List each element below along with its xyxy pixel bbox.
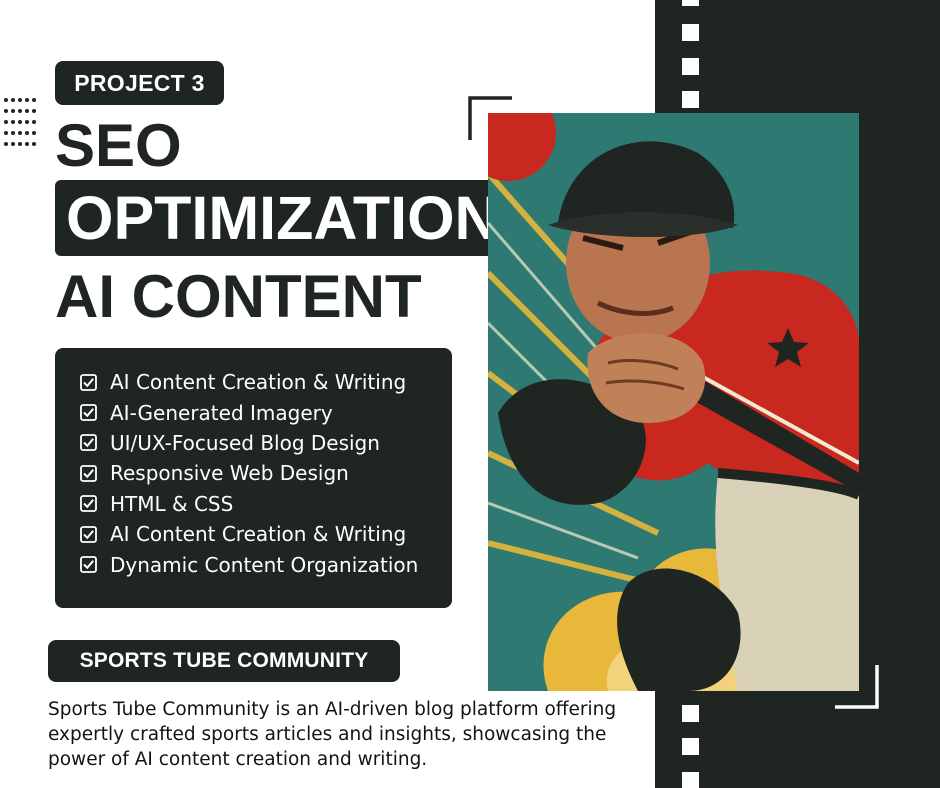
skill-label: Dynamic Content Organization (110, 552, 419, 577)
dot (32, 109, 36, 113)
film-hole (682, 738, 699, 755)
dot (4, 120, 8, 124)
baseball-pitcher-illustration (488, 113, 859, 691)
dot (25, 120, 29, 124)
skill-item: AI-Generated Imagery (80, 397, 452, 427)
dot (4, 109, 8, 113)
skill-label: AI Content Creation & Writing (110, 370, 407, 395)
dot (25, 142, 29, 146)
dot (651, 695, 655, 699)
dot (32, 142, 36, 146)
checkbox-checked-icon (80, 434, 97, 452)
skill-item: AI Content Creation & Writing (80, 519, 452, 549)
skill-item: Dynamic Content Organization (80, 549, 452, 579)
film-hole (682, 91, 699, 108)
skill-item: AI Content Creation & Writing (80, 367, 452, 397)
dot (11, 131, 15, 135)
dot (11, 120, 15, 124)
dot (651, 706, 655, 710)
film-hole (682, 58, 699, 75)
dot (32, 98, 36, 102)
dot (25, 131, 29, 135)
dot (25, 109, 29, 113)
film-hole (682, 705, 699, 722)
film-hole (682, 24, 699, 41)
dot (11, 142, 15, 146)
checkbox-checked-icon (80, 525, 97, 543)
skills-card: AI Content Creation & Writing AI-Generat… (55, 348, 452, 608)
dot (18, 98, 22, 102)
dot (651, 739, 655, 743)
title-line-ai-content: AI CONTENT (55, 263, 422, 330)
dot (4, 142, 8, 146)
dot (18, 131, 22, 135)
film-hole (682, 772, 699, 788)
community-description: Sports Tube Community is an AI-driven bl… (48, 699, 617, 770)
skill-item: Responsive Web Design (80, 458, 452, 488)
dot (18, 142, 22, 146)
checkbox-checked-icon (80, 556, 97, 573)
skill-label: UI/UX-Focused Blog Design (110, 430, 380, 455)
dot (18, 109, 22, 113)
title-line-seo: SEO (55, 112, 182, 179)
dot (651, 750, 655, 754)
pitcher-artwork (488, 113, 859, 691)
dot (4, 131, 8, 135)
skill-item: HTML & CSS (80, 489, 452, 519)
dot (32, 120, 36, 124)
skill-label: AI-Generated Imagery (110, 400, 333, 425)
dot (25, 98, 29, 102)
dot (4, 98, 8, 102)
title-line-optimization: OPTIMIZATION (55, 180, 541, 256)
film-hole (682, 0, 699, 6)
skill-label: HTML & CSS (110, 491, 234, 516)
checkbox-checked-icon (80, 464, 97, 482)
dot (651, 728, 655, 732)
checkbox-checked-icon (80, 495, 97, 513)
skill-label: Responsive Web Design (110, 461, 349, 486)
skill-label: AI Content Creation & Writing (110, 522, 407, 547)
dot (32, 131, 36, 135)
dot (18, 120, 22, 124)
dot (11, 98, 15, 102)
community-badge: SPORTS TUBE COMMUNITY (48, 640, 400, 682)
dot-grid-top-left (4, 98, 36, 146)
project-badge: PROJECT 3 (55, 61, 224, 105)
checkbox-checked-icon (80, 373, 97, 391)
checkbox-checked-icon (80, 404, 97, 421)
dot (651, 717, 655, 721)
skill-item: UI/UX-Focused Blog Design (80, 428, 452, 458)
dot (11, 109, 15, 113)
